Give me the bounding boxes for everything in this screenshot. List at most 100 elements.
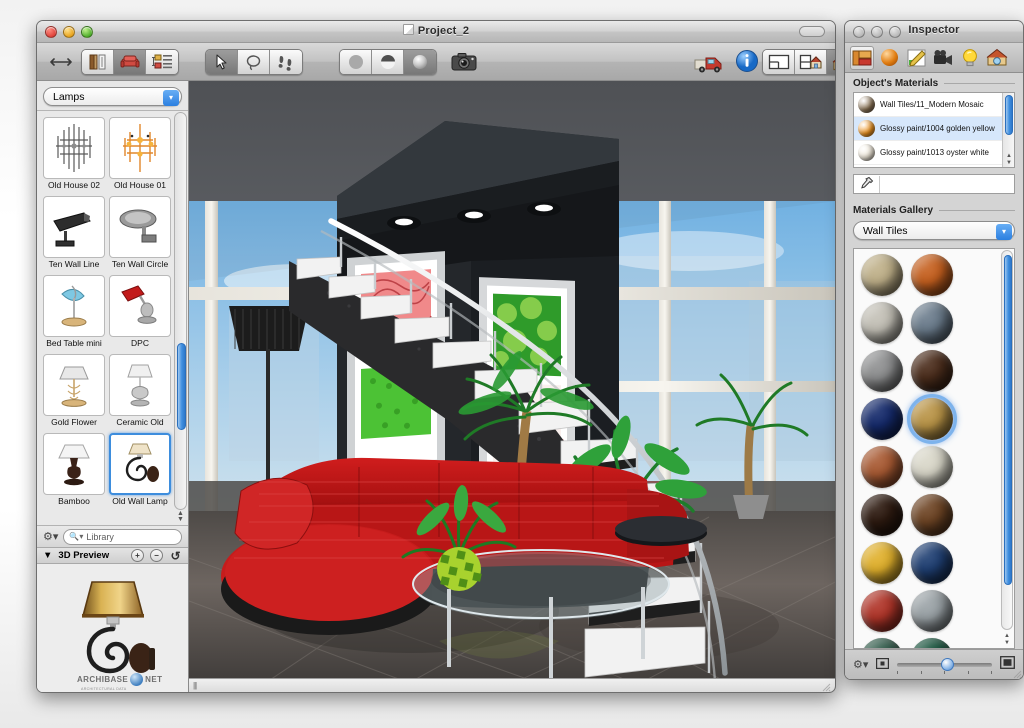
snapshot-button[interactable] (449, 49, 479, 75)
flat-shading-button[interactable] (340, 50, 372, 74)
library-item[interactable]: DPC (109, 275, 171, 352)
library-books-button[interactable] (82, 50, 114, 74)
small-thumbnail-icon[interactable] (876, 656, 890, 674)
gallery-scrollbar[interactable] (1001, 250, 1013, 630)
gallery-category-popup[interactable]: Wall Tiles (853, 221, 1015, 240)
library-item-thumbnail[interactable] (109, 354, 171, 416)
toolbar-toggle-button[interactable] (799, 26, 825, 37)
library-category-popup[interactable]: Lamps (43, 87, 182, 106)
library-item[interactable]: Gold Flower (43, 354, 105, 431)
object-list-button[interactable] (146, 50, 178, 74)
library-mode-segment[interactable] (81, 49, 179, 75)
library-item-thumbnail[interactable] (43, 433, 105, 495)
library-item-thumbnail[interactable] (43, 354, 105, 416)
gallery-material-swatch[interactable] (861, 494, 903, 536)
render-quality-button[interactable] (404, 50, 436, 74)
library-item[interactable]: Old Wall Lamp (109, 433, 171, 510)
library-item[interactable]: Old House 01 (109, 117, 171, 194)
select-tool[interactable] (206, 50, 238, 74)
zoom-out-button[interactable]: − (150, 549, 163, 562)
info-button[interactable] (732, 48, 762, 74)
environment-tab[interactable] (985, 46, 1009, 70)
import-object-button[interactable] (692, 49, 728, 75)
material-row[interactable]: Wall Tiles/11_Modern Mosaic (854, 93, 1002, 117)
render-mode-segment[interactable] (339, 49, 437, 75)
gallery-material-swatch[interactable] (861, 350, 903, 392)
walk-tool[interactable] (270, 50, 302, 74)
view-mode-segment[interactable] (762, 49, 835, 75)
library-item[interactable]: Old House 02 (43, 117, 105, 194)
status-grip-icon[interactable]: ||| (193, 681, 197, 690)
plan-view-button[interactable] (763, 50, 795, 74)
split-house-button[interactable] (795, 50, 827, 74)
lasso-tool[interactable] (238, 50, 270, 74)
gallery-material-swatch[interactable] (911, 494, 953, 536)
camera-tab[interactable] (931, 46, 955, 70)
library-item-thumbnail[interactable] (109, 275, 171, 337)
gallery-material-swatch[interactable] (861, 542, 903, 584)
eyedropper-icon[interactable] (854, 175, 880, 193)
library-search-input[interactable]: 🔍▾ Library (63, 528, 182, 545)
library-item[interactable]: Ceramic Old (109, 354, 171, 431)
gallery-material-swatch[interactable] (861, 446, 903, 488)
materials-gallery-grid-wrap[interactable]: ▲ ▼ (853, 248, 1015, 649)
preview-3d-viewport[interactable]: ARCHIBASE NET ARCHITECTURAL DATA (37, 564, 188, 692)
gallery-material-swatch[interactable] (911, 638, 953, 648)
materials-list-scroll-arrows[interactable]: ▲ ▼ (1004, 153, 1014, 167)
library-item[interactable]: Bed Table mini (43, 275, 105, 352)
material-sphere-tab[interactable] (877, 46, 901, 70)
furniture-button[interactable] (114, 50, 146, 74)
resize-handle-icon[interactable] (49, 52, 73, 72)
library-scrollbar[interactable] (174, 112, 187, 510)
3d-view-button[interactable] (827, 50, 835, 74)
materials-list-scrollbar-thumb[interactable] (1005, 95, 1013, 135)
gallery-material-swatch[interactable] (907, 394, 957, 444)
library-scroll-arrows[interactable]: ▲ ▼ (175, 509, 186, 525)
library-item-thumbnail[interactable] (109, 117, 171, 179)
resize-grip-icon[interactable] (819, 680, 831, 692)
edit-texture-tab[interactable] (904, 46, 928, 70)
library-scrollbar-thumb[interactable] (177, 342, 186, 430)
gallery-material-swatch[interactable] (861, 638, 903, 648)
thumbnail-size-slider[interactable] (897, 657, 992, 674)
inspector-gear-menu-icon[interactable]: ⚙▾ (853, 658, 868, 671)
gear-menu-icon[interactable]: ⚙▾ (43, 530, 58, 543)
gallery-material-swatch[interactable] (911, 590, 953, 632)
gallery-material-swatch[interactable] (911, 350, 953, 392)
library-item-thumbnail[interactable] (43, 275, 105, 337)
gallery-material-swatch[interactable] (861, 398, 903, 440)
inspector-resize-grip-icon[interactable] (1010, 666, 1022, 679)
scroll-down-icon[interactable]: ▼ (177, 516, 184, 523)
scene-viewport[interactable]: ||| (189, 81, 835, 692)
material-row[interactable]: Glossy paint/1004 golden yellow (854, 117, 1002, 141)
gallery-material-swatch[interactable] (911, 542, 953, 584)
gallery-scrollbar-thumb[interactable] (1004, 255, 1012, 585)
tool-segment[interactable] (205, 49, 303, 75)
library-item-thumbnail[interactable] (109, 433, 171, 495)
library-item[interactable]: Ten Wall Circle (109, 196, 171, 273)
smooth-shading-button[interactable] (372, 50, 404, 74)
materials-list-scrollbar[interactable]: ▲ ▼ (1002, 93, 1014, 167)
eyedropper-bar[interactable] (853, 174, 1015, 194)
inspector-titlebar[interactable]: Inspector (845, 21, 1023, 43)
zoom-in-button[interactable]: + (131, 549, 144, 562)
library-item-thumbnail[interactable] (43, 117, 105, 179)
materials-tab[interactable] (850, 45, 874, 70)
gallery-material-swatch[interactable] (911, 254, 953, 296)
gallery-material-swatch[interactable] (861, 302, 903, 344)
library-item-thumbnail[interactable] (109, 196, 171, 258)
lights-tab[interactable] (958, 46, 982, 70)
gallery-material-swatch[interactable] (861, 254, 903, 296)
gallery-scroll-arrows[interactable]: ▲ ▼ (1002, 633, 1012, 647)
material-row[interactable]: Glossy paint/1013 oyster white (854, 141, 1002, 165)
gallery-chevron-down-icon[interactable] (996, 223, 1012, 240)
library-item[interactable]: Ten Wall Line (43, 196, 105, 273)
objects-materials-list[interactable]: Wall Tiles/11_Modern Mosaic Glossy paint/… (853, 92, 1015, 168)
slider-knob[interactable] (940, 657, 954, 671)
gallery-material-swatch[interactable] (861, 590, 903, 632)
library-item[interactable]: Bamboo (43, 433, 105, 510)
rotate-button[interactable]: ↺ (169, 549, 182, 563)
chevron-down-icon[interactable] (163, 89, 179, 106)
gallery-material-swatch[interactable] (911, 446, 953, 488)
main-titlebar[interactable]: Project_2 (37, 21, 835, 43)
